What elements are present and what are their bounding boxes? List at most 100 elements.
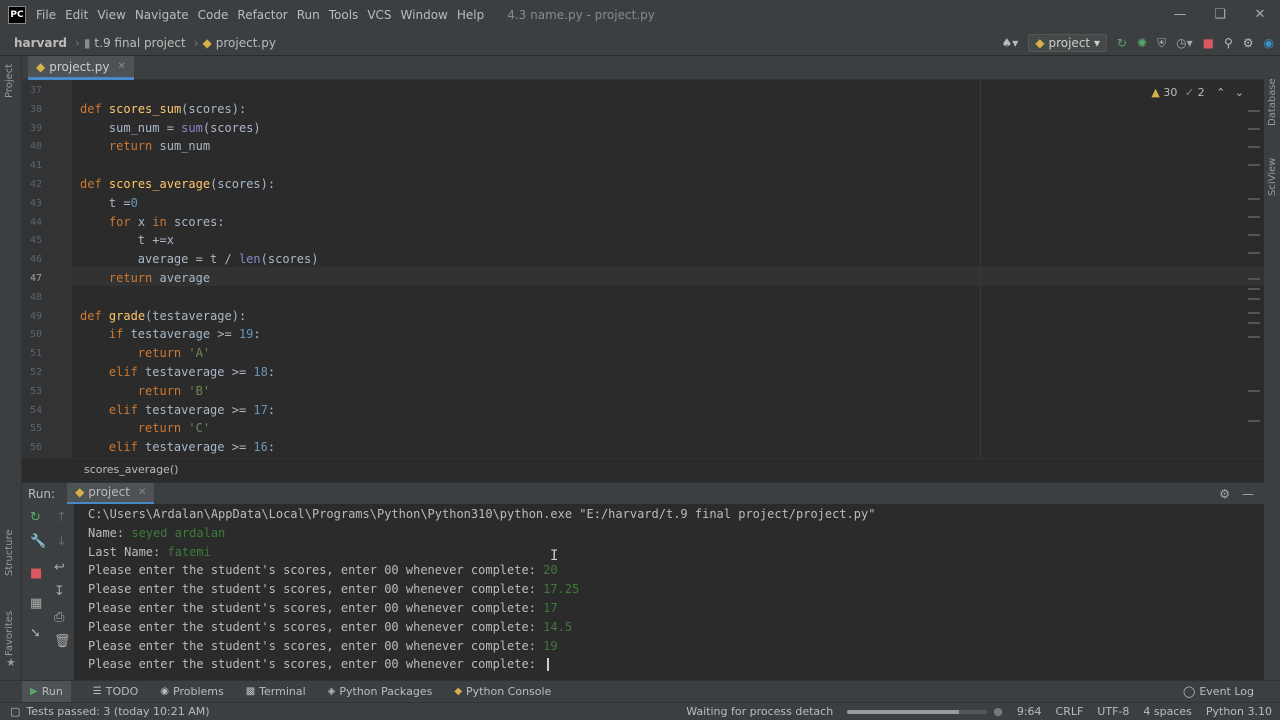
tests-status[interactable]: Tests passed: 3 (today 10:21 AM) (26, 705, 209, 718)
cancel-process-icon[interactable]: ● (993, 705, 1003, 718)
panel-toggle-icon[interactable]: ▢ (10, 705, 20, 718)
menu-file[interactable]: File (36, 8, 56, 22)
code-line[interactable]: def scores_average(scores): (80, 177, 275, 191)
scroll-down-icon[interactable]: ↓ (56, 534, 67, 549)
stripe-mark[interactable] (1248, 312, 1260, 314)
rerun-icon[interactable]: ↻ (1117, 36, 1127, 50)
hide-panel-icon[interactable]: — (1242, 487, 1254, 501)
menu-edit[interactable]: Edit (65, 8, 88, 22)
scroll-to-end-icon[interactable]: ↧ (54, 584, 65, 599)
toolwindow-terminal[interactable]: ▩ Terminal (246, 685, 306, 698)
user-icon[interactable]: ♠▾ (1001, 36, 1018, 50)
menu-view[interactable]: View (97, 8, 125, 22)
print-icon[interactable]: ⎙ (54, 610, 64, 625)
settings-icon[interactable]: ⚙ (1243, 36, 1254, 50)
caret-position[interactable]: 9:64 (1017, 705, 1042, 718)
favorites-tool-window-label[interactable]: Favorites (4, 611, 15, 656)
structure-tool-window-label[interactable]: Structure (4, 529, 15, 576)
stripe-mark[interactable] (1248, 278, 1260, 280)
stripe-mark[interactable] (1248, 288, 1260, 290)
breadcrumb-project[interactable]: harvard (14, 36, 67, 50)
toolwindow-run[interactable]: ▶ Run (22, 680, 71, 703)
stripe-mark[interactable] (1248, 336, 1260, 338)
python-interpreter[interactable]: Python 3.10 (1206, 705, 1272, 718)
stripe-mark[interactable] (1248, 198, 1260, 200)
plugin-icon[interactable]: ◉ (1264, 36, 1274, 50)
gear-icon[interactable]: ⚙ (1219, 487, 1230, 501)
wrench-icon[interactable]: 🔧 (30, 534, 46, 549)
menu-vcs[interactable]: VCS (367, 8, 391, 22)
coverage-icon[interactable]: ⛨ (1157, 36, 1166, 51)
process-status[interactable]: Waiting for process detach (686, 705, 833, 718)
toolwindow-problems[interactable]: ◉ Problems (160, 685, 223, 698)
code-line[interactable]: average = t / len(scores) (80, 252, 319, 266)
stripe-mark[interactable] (1248, 322, 1260, 324)
file-encoding[interactable]: UTF-8 (1097, 705, 1129, 718)
code-line[interactable]: t +=x (80, 233, 174, 247)
chevron-down-icon[interactable]: ⌄ (1235, 86, 1244, 99)
menu-tools[interactable]: Tools (329, 8, 359, 22)
code-line[interactable]: elif testaverage >= 18: (80, 365, 275, 379)
code-line[interactable]: def grade(testaverage): (80, 309, 246, 323)
code-line[interactable]: elif testaverage >= 17: (80, 403, 275, 417)
close-tab-icon[interactable]: ✕ (117, 61, 125, 72)
menu-refactor[interactable]: Refactor (237, 8, 287, 22)
run-config-select[interactable]: ◆ project ▾ (1028, 34, 1107, 52)
profile-icon[interactable]: ◷▾ (1176, 36, 1193, 50)
project-tool-window-label[interactable]: Project (4, 64, 15, 98)
code-line[interactable]: return average (80, 271, 210, 285)
run-tab-project[interactable]: ◆ project ✕ (67, 482, 155, 505)
sciview-tool-window-label[interactable]: SciView (1267, 158, 1278, 196)
code-line[interactable]: if testaverage >= 19: (80, 327, 261, 341)
tab-project-py[interactable]: ◆ project.py ✕ (28, 56, 134, 80)
stripe-mark[interactable] (1248, 164, 1260, 166)
menu-run[interactable]: Run (297, 8, 320, 22)
code-editor[interactable]: 37 38 39 40 41 42 43 44 45 46 47 48 49 50 51 52 53 54 55 56… (22, 80, 1264, 458)
code-breadcrumb[interactable]: scores_average() (22, 458, 1264, 482)
close-run-tab-icon[interactable]: ✕ (138, 487, 146, 498)
maximize-icon[interactable]: ❏ (1200, 0, 1240, 30)
event-log[interactable]: ◯ Event Log (1183, 685, 1254, 698)
toolwindow-python-packages[interactable]: ◈ Python Packages (328, 685, 433, 698)
chevron-up-icon[interactable]: ⌃ (1216, 86, 1225, 99)
menu-window[interactable]: Window (401, 8, 448, 22)
stripe-mark[interactable] (1248, 390, 1260, 392)
code-line[interactable]: return 'A' (80, 346, 210, 360)
search-icon[interactable]: ⚲ (1224, 36, 1233, 50)
code-line[interactable]: elif testaverage >= 16: (80, 440, 275, 454)
code-line[interactable]: sum_num = sum(scores) (80, 121, 261, 135)
code-line[interactable]: return sum_num (80, 139, 210, 153)
code-line[interactable]: def scores_sum(scores): (80, 102, 246, 116)
toolwindow-python-console[interactable]: ◆ Python Console (454, 685, 551, 698)
stripe-mark[interactable] (1248, 128, 1260, 130)
stripe-mark[interactable] (1248, 110, 1260, 112)
line-separator[interactable]: CRLF (1056, 705, 1084, 718)
code-line[interactable]: return 'B' (80, 384, 210, 398)
trash-icon[interactable]: 🗑 (54, 634, 71, 649)
stripe-mark[interactable] (1248, 234, 1260, 236)
code-line[interactable]: for x in scores: (80, 215, 225, 229)
stripe-mark[interactable] (1248, 420, 1260, 422)
toolwindow-todo[interactable]: ☰ TODO (93, 685, 138, 698)
stripe-mark[interactable] (1248, 146, 1260, 148)
menu-code[interactable]: Code (198, 8, 229, 22)
code-line[interactable]: return 'C' (80, 421, 210, 435)
close-icon[interactable]: ✕ (1240, 0, 1280, 30)
indent-setting[interactable]: 4 spaces (1143, 705, 1192, 718)
soft-wrap-icon[interactable]: ↩ (54, 560, 65, 575)
rerun-icon[interactable]: ↻ (30, 510, 41, 525)
code-line[interactable]: t =0 (80, 196, 138, 210)
stop-icon[interactable]: ■ (1203, 36, 1214, 50)
scroll-up-icon[interactable]: ↑ (56, 510, 67, 525)
menu-navigate[interactable]: Navigate (135, 8, 189, 22)
breadcrumb-folder[interactable]: t.9 final project (94, 36, 185, 50)
stripe-mark[interactable] (1248, 216, 1260, 218)
run-console[interactable]: C:\Users\Ardalan\AppData\Local\Programs\… (74, 504, 1264, 680)
stop-icon[interactable]: ■ (30, 566, 42, 581)
layout-icon[interactable]: ▦ (30, 596, 42, 611)
pin-icon[interactable]: ➘ (30, 626, 41, 641)
menu-help[interactable]: Help (457, 8, 484, 22)
stripe-mark[interactable] (1248, 298, 1260, 300)
inspection-widget[interactable]: ▲ 30 ✓ 2 ⌃ ⌄ (1151, 86, 1244, 99)
stripe-mark[interactable] (1248, 252, 1260, 254)
